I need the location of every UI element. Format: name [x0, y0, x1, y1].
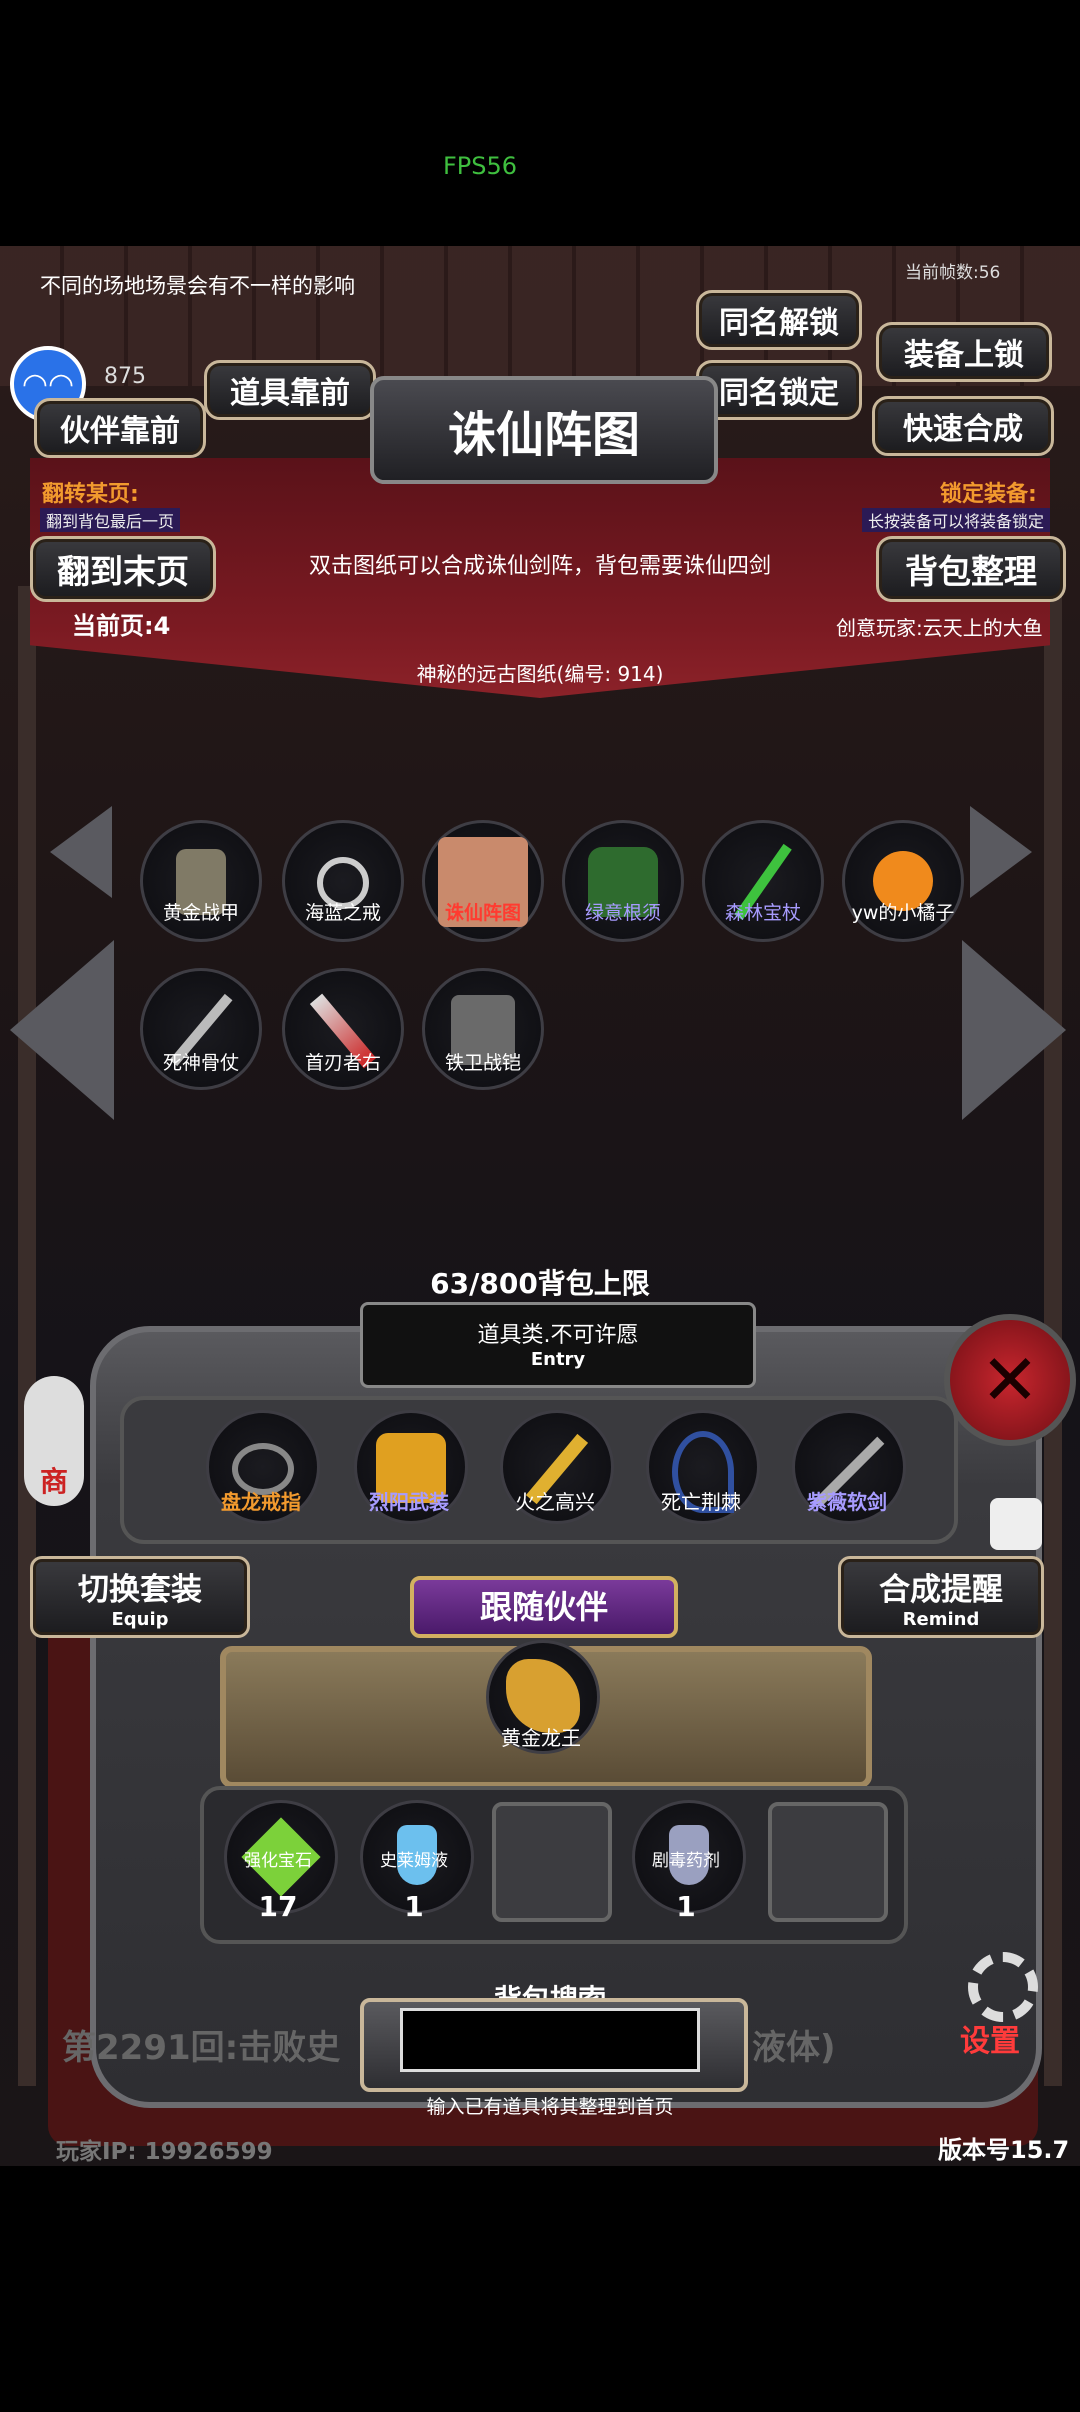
grid-item-name: 死神骨仗 — [162, 1052, 239, 1074]
selected-item-name: 神秘的远古图纸(编号: 914) — [416, 662, 664, 686]
entry-text: 道具类.不可许愿 — [477, 1323, 639, 1348]
grid-item-name: 海蓝之戒 — [304, 902, 381, 924]
lock-same-name-button[interactable]: 同名锁定 — [696, 360, 862, 420]
consumable-name: 史莱姆液 — [380, 1851, 448, 1871]
consumable-slot-empty[interactable] — [768, 1802, 888, 1922]
last-page-button[interactable]: 翻到末页 — [30, 536, 216, 602]
scene-tip: 不同的场地场景会有不一样的影响 — [40, 274, 355, 298]
description-text: 双击图纸可以合成诛仙剑阵，背包需要诛仙四剑 — [308, 554, 771, 579]
partner-name: 黄金龙王 — [501, 1726, 581, 1750]
bag-sort-button[interactable]: 背包整理 — [876, 536, 1066, 602]
player-ip: 玩家IP: 19926599 — [56, 2139, 273, 2165]
search-input[interactable] — [400, 2008, 700, 2072]
unlock-same-name-button[interactable]: 同名解锁 — [696, 290, 862, 350]
merge-remind-button[interactable]: 合成提醒 Remind — [838, 1556, 1044, 1638]
consumable-slot-empty[interactable] — [492, 1802, 612, 1922]
consumable-count: 1 — [676, 1890, 696, 1923]
merge-remind-sub: Remind — [902, 1609, 980, 1630]
switch-set-label: 切换套装 — [78, 1572, 202, 1608]
partner-front-button[interactable]: 伙伴靠前 — [34, 398, 206, 458]
merge-remind-label: 合成提醒 — [879, 1572, 1003, 1608]
fps-overlay: FPS56 — [442, 152, 518, 180]
left-pillar — [18, 586, 36, 2086]
grid-item-name: 诛仙阵图 — [444, 902, 521, 924]
close-icon: ✕ — [980, 1339, 1040, 1421]
dice-icon[interactable] — [990, 1498, 1042, 1550]
shop-button[interactable]: 商 — [24, 1376, 84, 1506]
shop-label: 商 — [39, 1465, 68, 1498]
consumable-name: 剧毒药剂 — [652, 1851, 720, 1871]
next-arrow-small[interactable] — [970, 806, 1032, 898]
version-number: 版本号15.7 — [938, 2136, 1070, 2164]
grid-item-name: 森林宝杖 — [724, 902, 801, 924]
equipped-item-name: 死亡荆棘 — [661, 1490, 741, 1514]
prev-page-arrow[interactable] — [10, 940, 114, 1120]
bag-capacity: 63/800背包上限 — [430, 1267, 650, 1300]
page-title: 诛仙阵图 — [370, 376, 718, 484]
settings-gear-icon[interactable] — [968, 1952, 1038, 2022]
entry-label: Entry — [530, 1349, 586, 1370]
flip-page-hint: 翻到背包最后一页 — [40, 508, 181, 532]
battle-log: 第2291回:击败史 — [62, 2028, 341, 2068]
equipped-item-name: 盘龙戒指 — [221, 1490, 301, 1514]
switch-set-sub: Equip — [111, 1609, 169, 1630]
grid-item-name: 铁卫战铠 — [444, 1052, 521, 1074]
battle-log-tail: 液体) — [752, 2028, 836, 2068]
grid-item-name: 首刃者右 — [304, 1052, 381, 1074]
frame-counter: 当前帧数:56 — [905, 263, 1001, 283]
quick-merge-button[interactable]: 快速合成 — [872, 396, 1054, 456]
equipped-item-name: 火之高兴 — [515, 1490, 595, 1514]
lock-equip-label: 锁定装备: — [940, 482, 1037, 507]
prev-arrow-small[interactable] — [50, 806, 112, 898]
equip-lock-button[interactable]: 装备上锁 — [876, 322, 1052, 382]
lock-equip-hint: 长按装备可以将装备锁定 — [862, 508, 1051, 532]
close-button[interactable]: ✕ — [944, 1314, 1076, 1446]
consumable-count: 17 — [258, 1890, 298, 1923]
search-hint: 输入已有道具将其整理到首页 — [426, 2096, 674, 2118]
coin-count: 875 — [104, 364, 146, 389]
consumable-count: 1 — [404, 1890, 424, 1923]
grid-item-name: 绿意根须 — [584, 902, 661, 924]
follow-partner-title: 跟随伙伴 — [410, 1576, 678, 1638]
consumable-name: 强化宝石 — [244, 1851, 312, 1871]
equipped-item-name: 紫薇软剑 — [807, 1490, 887, 1514]
avatar-face-icon: ◠◠ — [21, 366, 75, 402]
entry-bar: 道具类.不可许愿 Entry — [360, 1302, 756, 1388]
grid-item-name: yw的小橘子 — [851, 902, 955, 924]
items-front-button[interactable]: 道具靠前 — [204, 360, 376, 420]
switch-set-button[interactable]: 切换套装 Equip — [30, 1556, 250, 1638]
current-page: 当前页:4 — [72, 612, 171, 640]
settings-label[interactable]: 设置 — [960, 2016, 1020, 2060]
next-page-arrow[interactable] — [962, 940, 1066, 1120]
creator-credit: 创意玩家:云天上的大鱼 — [836, 616, 1043, 640]
equipped-item-name: 烈阳武装 — [369, 1490, 449, 1514]
flip-page-label: 翻转某页: — [42, 482, 139, 507]
grid-item-name: 黄金战甲 — [162, 902, 239, 924]
game-screen: 不同的场地场景会有不一样的影响 当前帧数:56 ◠◠ 875 同名解锁 同名锁定… — [0, 246, 1080, 2166]
